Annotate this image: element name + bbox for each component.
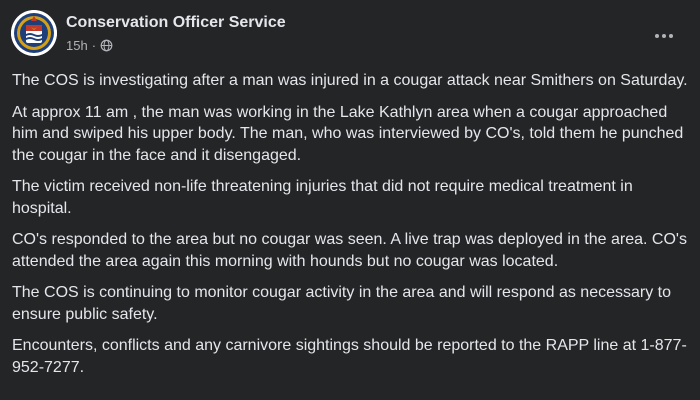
conservation-officer-badge-icon	[11, 10, 57, 56]
page-name-link[interactable]: Conservation Officer Service	[66, 14, 286, 32]
post-paragraph: Encounters, conflicts and any carnivore …	[12, 337, 687, 376]
post-paragraph: At approx 11 am , the man was working in…	[12, 103, 684, 164]
more-options-icon[interactable]	[648, 26, 680, 46]
more-dot	[669, 34, 673, 38]
globe-icon[interactable]	[100, 39, 113, 52]
more-dot	[655, 34, 659, 38]
post-meta: 15h ·	[66, 38, 113, 53]
meta-separator: ·	[91, 38, 97, 53]
page-avatar[interactable]	[11, 10, 57, 56]
more-dot	[662, 34, 666, 38]
post-timestamp[interactable]: 15h	[66, 38, 88, 53]
post-paragraph: The COS is continuing to monitor cougar …	[12, 284, 671, 323]
post-paragraph: The COS is investigating after a man was…	[12, 72, 688, 89]
facebook-post: Conservation Officer Service 15h · The C…	[0, 0, 700, 400]
post-body: The COS is investigating after a man was…	[12, 70, 688, 388]
post-paragraph: CO's responded to the area but no cougar…	[12, 231, 687, 270]
post-header: Conservation Officer Service 15h ·	[11, 10, 700, 60]
post-paragraph: The victim received non-life threatening…	[12, 178, 633, 217]
